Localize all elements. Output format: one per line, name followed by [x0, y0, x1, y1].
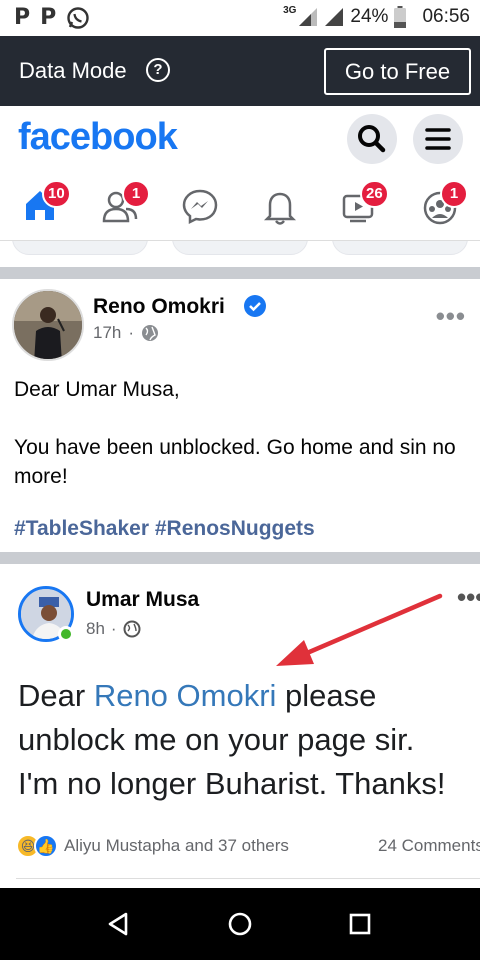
embedded-mention: Reno Omokri [93, 678, 277, 713]
status-bar: P P 3G 24% 06:56 [0, 0, 480, 36]
like-reaction-icon: 👍 [34, 834, 58, 858]
embedded-author: Umar Musa [86, 588, 200, 611]
go-to-free-button[interactable]: Go to Free [324, 48, 471, 95]
feed-divider [0, 267, 480, 279]
action-pill[interactable] [332, 241, 468, 255]
clock: 06:56 [422, 6, 470, 27]
hamburger-icon [425, 128, 451, 150]
info-icon[interactable]: ? [146, 58, 170, 82]
notification-p-icon: P [14, 5, 31, 30]
search-button[interactable] [347, 114, 397, 164]
post-time[interactable]: 17h [93, 323, 121, 343]
messenger-icon [182, 189, 218, 225]
bell-icon [263, 192, 297, 225]
watch-badge: 26 [360, 180, 389, 208]
verified-badge-icon [244, 295, 266, 317]
tab-watch[interactable]: 26 [330, 176, 390, 236]
globe-icon [123, 620, 141, 638]
embedded-post-image[interactable]: Umar Musa 8h · ••• Dear Reno Omokri plea… [0, 564, 480, 888]
composer-actions-strip [0, 241, 480, 267]
post-meta: 17h · [93, 323, 159, 343]
tab-bar: 10 1 26 1 [0, 176, 480, 236]
home-nav-icon[interactable] [224, 908, 256, 940]
author-avatar[interactable] [12, 289, 84, 361]
tab-notifications[interactable] [250, 176, 310, 236]
battery-percent: 24% [350, 6, 389, 27]
signal-icon [299, 8, 318, 26]
action-pill[interactable] [172, 241, 308, 255]
embedded-line: I'm no longer Buharist. Thanks! [18, 766, 446, 801]
embedded-divider [16, 878, 480, 879]
battery-icon [394, 6, 407, 28]
globe-icon [142, 325, 159, 341]
action-pill[interactable] [12, 241, 148, 255]
feed-divider [0, 552, 480, 564]
search-icon [358, 125, 386, 153]
post-more-icon[interactable]: ••• [436, 301, 466, 332]
embedded-more-icon: ••• [457, 582, 480, 612]
recents-icon[interactable] [344, 908, 376, 940]
signal-icon [325, 8, 344, 26]
embedded-text-prefix: Dear [18, 678, 94, 713]
embedded-meta: 8h · [86, 619, 141, 639]
embedded-line: Dear Reno Omokri please [18, 674, 480, 718]
android-navigation-bar [0, 888, 480, 960]
data-mode-bar: Data Mode ? Go to Free [0, 36, 480, 106]
tab-messenger[interactable] [170, 176, 230, 236]
facebook-logo[interactable]: facebook [18, 116, 178, 159]
friends-badge: 1 [122, 180, 150, 208]
app-header: facebook 10 1 26 1 [0, 106, 480, 241]
post-body: Dear Umar Musa, You have been unblocked.… [14, 375, 464, 520]
embedded-time: 8h [86, 619, 105, 638]
tab-friends[interactable]: 1 [92, 176, 152, 236]
meta-separator: · [128, 323, 135, 342]
data-mode-label: Data Mode [19, 58, 127, 83]
groups-badge: 1 [440, 180, 468, 208]
reaction-summary: 😆 👍 Aliyu Mustapha and 37 others [16, 834, 289, 858]
tab-groups[interactable]: 1 [410, 176, 470, 236]
embedded-text-suffix: please [276, 678, 377, 713]
tab-home[interactable]: 10 [12, 176, 72, 236]
comments-count: 24 Comments [378, 836, 480, 855]
reactions-text: Aliyu Mustapha and 37 others [64, 836, 289, 855]
embedded-line: unblock me on your page sir. [18, 722, 415, 757]
notification-p-icon: P [40, 5, 57, 30]
post-line: You have been unblocked. Go home and sin… [14, 436, 456, 488]
post-author[interactable]: Reno Omokri [93, 295, 225, 319]
online-status-icon [58, 626, 74, 642]
home-badge: 10 [42, 180, 71, 208]
feed-post: Reno Omokri 17h · ••• Dear Umar Musa, Yo… [0, 279, 480, 552]
reaction-icons: 😆 👍 [16, 834, 58, 858]
avatar-photo [14, 291, 82, 359]
post-hashtags[interactable]: #TableShaker #RenosNuggets [14, 517, 315, 541]
embedded-body: Dear Reno Omokri please unblock me on yo… [18, 674, 480, 806]
meta-separator: · [110, 619, 117, 638]
network-type: 3G [283, 4, 297, 16]
whatsapp-icon [67, 7, 89, 29]
post-line: Dear Umar Musa, [14, 378, 180, 401]
back-icon[interactable] [102, 908, 134, 940]
menu-button[interactable] [413, 114, 463, 164]
